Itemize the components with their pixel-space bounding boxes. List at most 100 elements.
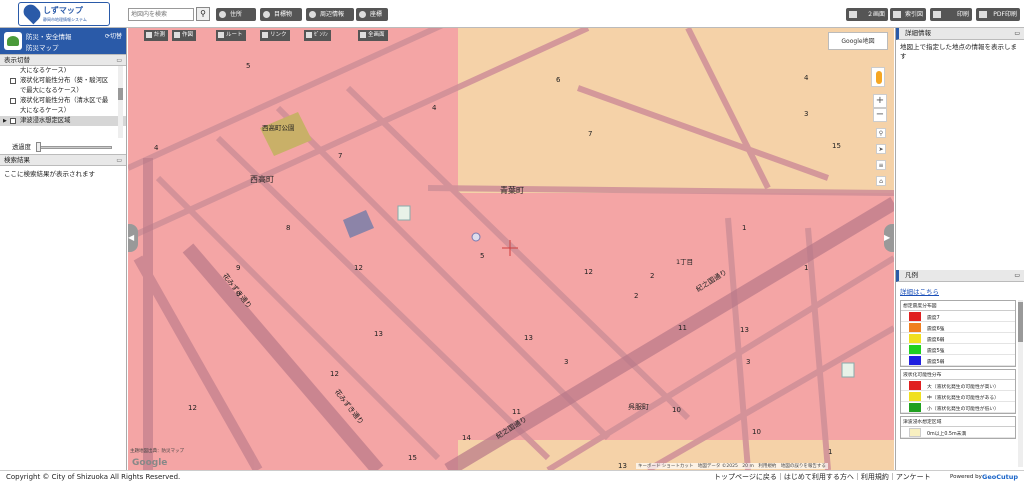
legend-item: 0m以上0.5m未満	[901, 427, 1015, 438]
search-button[interactable]: ⚲	[196, 7, 210, 21]
block-number: 7	[588, 130, 593, 138]
map-graphics	[128, 28, 894, 470]
powered-by-text: Powered by	[950, 474, 982, 480]
zoom-out-button[interactable]: −	[873, 108, 887, 122]
google-map-button[interactable]: Google地図	[828, 32, 888, 50]
circle-icon	[309, 11, 316, 18]
minimize-icon[interactable]: ▭	[116, 155, 122, 166]
legend-group: 津波浸水想定区域 0m以上0.5m未満	[900, 416, 1016, 439]
block-number: 5	[246, 62, 251, 70]
legend-item: 大（液状化発生の可能性が高い）	[901, 380, 1015, 391]
route-icon	[218, 32, 224, 38]
block-number: 5	[480, 252, 485, 260]
ruler-icon	[146, 32, 152, 38]
block-number: 11	[678, 324, 687, 332]
address-button[interactable]: 住所	[216, 8, 256, 21]
collapse-left-panel-button[interactable]: ◀	[128, 224, 138, 252]
measure-tool-button[interactable]: 計測	[144, 30, 169, 41]
block-number: 12	[188, 404, 197, 412]
index-map-icon	[893, 11, 901, 18]
display-toggle-header: 表示切替 ▭	[0, 54, 126, 66]
nearby-info-button[interactable]: 周辺情報	[306, 8, 354, 21]
link-tool-button[interactable]: リンク	[260, 30, 290, 41]
printer-icon	[933, 11, 941, 18]
legend-item: 震度7	[901, 311, 1015, 322]
dual-screen-button[interactable]: ２画面	[846, 8, 888, 21]
pencil-icon	[174, 32, 180, 38]
collapse-right-panel-button[interactable]: ▶	[884, 224, 894, 252]
theme-category: 防災・安全情報	[26, 33, 72, 41]
block-number: 15	[408, 454, 417, 462]
block-number: 3	[804, 110, 809, 118]
legend-item: 震度5弱	[901, 355, 1015, 366]
layer-checkbox[interactable]	[10, 118, 16, 124]
legend-item: 震度5強	[901, 344, 1015, 355]
footer-links[interactable]: トップページに戻る｜はじめて利用する方へ｜利用規約｜アンケート	[714, 471, 931, 483]
home-icon[interactable]: ⌂	[876, 176, 886, 186]
theme-name: 防災マップ	[26, 44, 59, 52]
block-number: 3	[746, 358, 751, 366]
search-results-text: ここに検索結果が表示されます	[4, 170, 95, 178]
search-map-icon[interactable]: ⚲	[876, 128, 886, 138]
logo-subtitle: 静岡市地理情報システム	[43, 17, 87, 22]
block-number: 10	[752, 428, 761, 436]
layer-scrollbar[interactable]	[118, 66, 123, 138]
zenrin-tool-button[interactable]: ｾﾞﾝﾘﾝ	[304, 30, 331, 41]
fullscreen-button[interactable]: 全画面	[358, 30, 388, 41]
disaster-map-icon	[4, 32, 22, 50]
block-number: 13	[618, 462, 627, 470]
circle-icon	[359, 11, 366, 18]
left-panel: 防災・安全情報 防災マップ ⟳切替 表示切替 ▭ 大になるケース) 液状化可能性…	[0, 28, 127, 470]
map-pin-icon	[20, 1, 44, 25]
index-map-button[interactable]: 索引図	[890, 8, 926, 21]
opacity-slider-track[interactable]	[36, 146, 112, 149]
legend-scrollbar[interactable]	[1018, 300, 1023, 467]
layer-item[interactable]: 液状化可能性分布（葵・駿河区で最大になるケース）	[0, 76, 126, 96]
landmark-button[interactable]: 目標物	[260, 8, 302, 21]
park-label: 西高町公園	[262, 124, 295, 132]
logo-title: しずマップ	[43, 6, 83, 15]
layers-icon[interactable]: ≡	[876, 160, 886, 170]
block-number: 12	[584, 268, 593, 276]
expand-arrow-icon[interactable]: ▶	[3, 116, 7, 126]
opacity-slider-handle[interactable]	[36, 142, 41, 152]
block-number: 15	[832, 142, 841, 150]
page-footer: Copyright © City of Shizuoka All Rights …	[0, 470, 1024, 482]
print-button[interactable]: 印刷	[930, 8, 972, 21]
theme-switch-button[interactable]: ⟳切替	[105, 31, 122, 40]
block-number: 13	[740, 326, 749, 334]
legend-details-link[interactable]: 詳細はこちら	[896, 282, 1024, 300]
pdf-icon	[979, 11, 987, 18]
block-number: 9	[236, 290, 241, 298]
route-tool-button[interactable]: ルート	[216, 30, 246, 41]
place-label: 青葉町	[500, 186, 524, 195]
app-logo[interactable]: しずマップ 静岡市地理情報システム	[18, 1, 110, 26]
layer-checkbox[interactable]	[10, 78, 16, 84]
legend-item: 震度6強	[901, 322, 1015, 333]
coordinates-button[interactable]: 座標	[356, 8, 388, 21]
minimize-icon[interactable]: ▭	[1014, 270, 1020, 281]
minimize-icon[interactable]: ▭	[1014, 28, 1020, 39]
layer-list: 大になるケース) 液状化可能性分布（葵・駿河区で最大になるケース） 液状化可能性…	[0, 66, 126, 138]
draw-tool-button[interactable]: 作図	[172, 30, 197, 41]
street-view-pegman-icon[interactable]	[871, 67, 885, 87]
map-canvas[interactable]: 西高町 青葉町 西高町公園 1丁目 呉服町 花みずき通り 花みずき通り 紀之国通…	[128, 28, 894, 470]
block-number: 8	[286, 224, 291, 232]
map-attribution[interactable]: キーボード ショートカット 地図データ ©2025 20 m 利用規約 地図の誤…	[636, 463, 828, 469]
block-number: 12	[330, 370, 339, 378]
legend-group: 想定震度分布図 震度7 震度6強 震度6弱 震度5強 震度5弱	[900, 300, 1016, 367]
legend-item: 中（液状化発生の可能性がある）	[901, 391, 1015, 402]
minimize-icon[interactable]: ▭	[116, 55, 122, 66]
zoom-in-button[interactable]: +	[873, 94, 887, 108]
zenrin-icon	[306, 32, 312, 38]
layer-item-selected[interactable]: ▶ 津波浸水想定区域	[0, 116, 126, 126]
legend-header: 凡例 ▭	[896, 270, 1024, 282]
locate-icon[interactable]: ➤	[876, 144, 886, 154]
layer-checkbox[interactable]	[10, 98, 16, 104]
layer-item[interactable]: 液状化可能性分布（清水区で最大になるケース）	[0, 96, 126, 116]
block-number: 9	[236, 264, 241, 272]
pdf-print-button[interactable]: PDF印刷	[976, 8, 1020, 21]
layer-item: 大になるケース)	[20, 67, 67, 74]
map-search-input[interactable]	[128, 8, 194, 21]
circle-icon	[219, 11, 226, 18]
